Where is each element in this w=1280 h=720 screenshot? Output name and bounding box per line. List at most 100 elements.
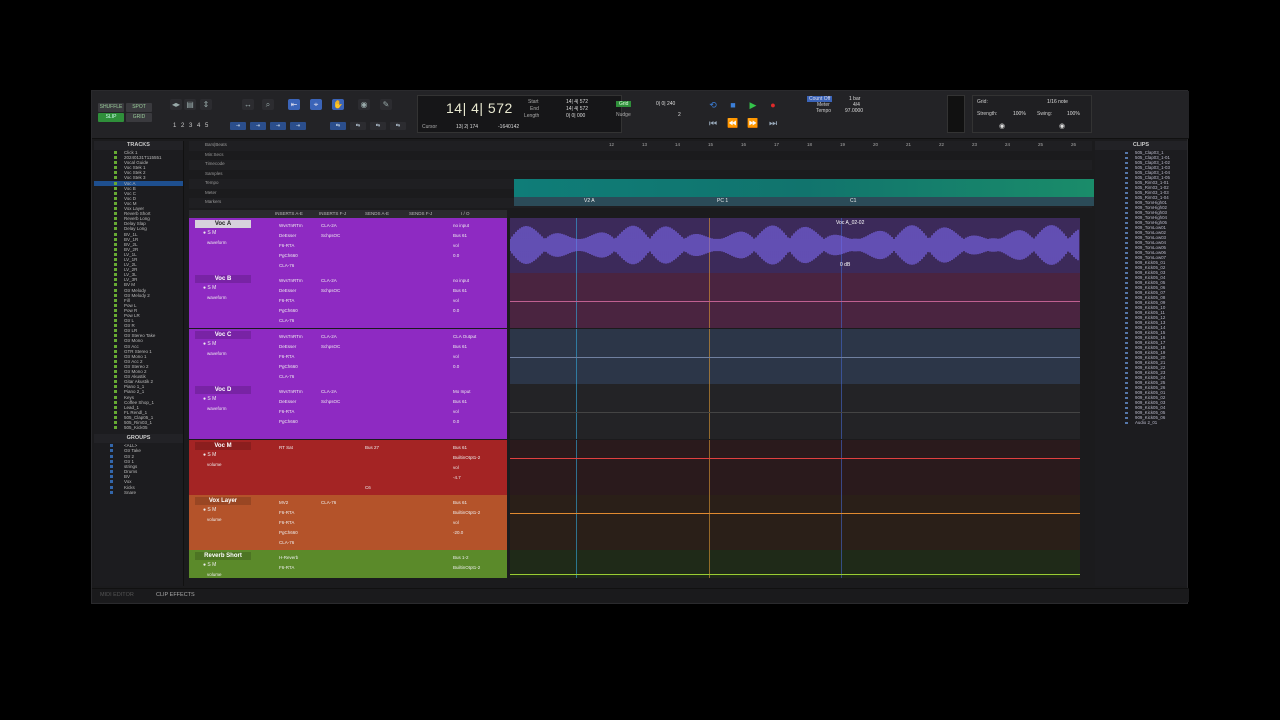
insert-slot[interactable]: SchpsOC <box>317 342 351 352</box>
track-name[interactable]: Vox Layer <box>195 497 251 505</box>
zoom-preset-3[interactable]: 3 <box>189 123 192 129</box>
insert-slot[interactable]: SchpsOC <box>317 397 351 407</box>
insert-slot[interactable]: CLA-76 <box>317 498 351 508</box>
zoom-preset-4[interactable]: 4 <box>197 123 200 129</box>
group-list-item[interactable]: Snare <box>94 490 183 495</box>
insert-slot[interactable]: F6-RTA <box>275 518 311 528</box>
volume-automation-line[interactable] <box>510 458 1080 459</box>
insert-slot[interactable]: F6-RTA <box>275 563 311 573</box>
volume-automation-line[interactable] <box>510 412 1080 413</box>
midi-editor-tab[interactable]: MIDI EDITOR <box>100 592 134 598</box>
track-view-selector[interactable]: waveform <box>207 406 227 411</box>
zoom-out-h-icon[interactable]: ◂▸ <box>170 99 182 110</box>
track-buttons[interactable]: ● S M <box>203 452 216 458</box>
grabber-tool-icon[interactable]: ✋ <box>332 99 344 110</box>
insert-slot[interactable]: WvsTnRTm <box>275 387 311 397</box>
track-view-selector[interactable]: waveform <box>207 351 227 356</box>
track-buttons[interactable]: ● S M <box>203 396 216 402</box>
link-option-4[interactable]: ⇆ <box>390 122 406 130</box>
send-slot[interactable] <box>361 473 399 483</box>
io-slot[interactable]: vol <box>449 296 499 306</box>
clip-list-item[interactable]: Audio 2_01 <box>1095 420 1187 425</box>
io-slot[interactable]: Mo Input <box>449 387 499 397</box>
io-slot[interactable]: CLA Output <box>449 332 499 342</box>
zoom-tool-icon[interactable]: ⌕ <box>262 99 274 110</box>
selector-tool-icon[interactable]: ⌖ <box>310 99 322 110</box>
swing-knob-icon[interactable]: ◉ <box>1059 122 1065 130</box>
track-name[interactable]: Reverb Short <box>195 552 251 560</box>
insert-slot[interactable]: CLA-76 <box>275 372 311 382</box>
insert-slot[interactable]: PgCh660 <box>275 362 311 372</box>
insert-slot[interactable]: CLA-2A <box>317 276 351 286</box>
insert-slot[interactable]: CLA-2A <box>317 332 351 342</box>
grid-value[interactable]: 0| 0| 240 <box>656 101 675 107</box>
io-slot[interactable]: BuiltinOtpt1-2 <box>449 453 499 463</box>
insert-slot[interactable]: SchpsOC <box>317 231 351 241</box>
clip-gain[interactable]: 0 dB <box>840 262 850 268</box>
io-slot[interactable]: no input <box>449 221 499 231</box>
play-icon[interactable]: ▶ <box>746 99 760 111</box>
io-slot[interactable]: vol <box>449 241 499 251</box>
shuffle-mode-button[interactable]: SHUFFLE <box>98 103 124 112</box>
volume-automation-line[interactable] <box>510 513 1080 514</box>
io-slot[interactable]: 0.0 <box>449 417 499 427</box>
rewind-start-icon[interactable]: ⏮ <box>706 117 720 129</box>
edit-option-4[interactable]: ⇥ <box>290 122 306 130</box>
edit-option-3[interactable]: ⇥ <box>270 122 286 130</box>
grid-note-value[interactable]: 1/16 note <box>1047 99 1068 105</box>
grid-mode-button[interactable]: GRID <box>126 113 152 122</box>
zoom-preset-1[interactable]: 1 <box>173 123 176 129</box>
length-value[interactable]: 0| 0| 000 <box>566 113 585 119</box>
track-buttons[interactable]: ● S M <box>203 341 216 347</box>
track-lane[interactable] <box>510 384 1080 439</box>
insert-slot[interactable]: RT Sat <box>275 443 311 453</box>
track-view-selector[interactable]: volume <box>207 572 222 577</box>
io-slot[interactable]: -4.7 <box>449 473 499 483</box>
send-slot[interactable] <box>361 463 399 473</box>
marker-ruler[interactable]: V2 A PC 1 C1 <box>514 197 1094 206</box>
track-lane[interactable] <box>510 495 1080 550</box>
io-slot[interactable]: Bus 61 <box>449 231 499 241</box>
marker-v2a[interactable]: V2 A <box>576 197 595 206</box>
io-slot[interactable]: -20.0 <box>449 528 499 538</box>
edit-option-2[interactable]: ⇥ <box>250 122 266 130</box>
io-slot[interactable]: Bus 61 <box>449 342 499 352</box>
track-lane[interactable] <box>510 550 1080 578</box>
rewind-icon[interactable]: ⏪ <box>726 117 740 129</box>
grid-label[interactable]: Grid <box>616 101 632 107</box>
insert-slot[interactable]: PgCh660 <box>275 251 311 261</box>
volume-automation-line[interactable] <box>510 574 1080 575</box>
strength-value[interactable]: 100% <box>1013 111 1026 117</box>
io-slot[interactable]: Bus 1-2 <box>449 553 499 563</box>
tempo-ruler[interactable] <box>514 179 1094 197</box>
io-slot[interactable]: 0.0 <box>449 306 499 316</box>
track-lane[interactable] <box>510 273 1080 328</box>
insert-slot[interactable]: CLA-76 <box>275 261 311 271</box>
io-slot[interactable]: 0.0 <box>449 251 499 261</box>
insert-slot[interactable]: WvsTnRTm <box>275 276 311 286</box>
volume-automation-line[interactable] <box>510 357 1080 358</box>
io-slot[interactable]: vol <box>449 463 499 473</box>
start-value[interactable]: 14| 4| 572 <box>566 99 588 105</box>
insert-slot[interactable]: CLA-76 <box>275 316 311 326</box>
io-slot[interactable]: BuiltinOtpt1-2 <box>449 563 499 573</box>
track-name[interactable]: Voc C <box>195 331 251 339</box>
io-slot[interactable]: vol <box>449 407 499 417</box>
zoom-in-h-icon[interactable]: ▤ <box>184 99 196 110</box>
track-view-selector[interactable]: volume <box>207 517 222 522</box>
insert-slot[interactable]: DeEsser <box>275 231 311 241</box>
main-counter[interactable]: 14| 4| 572 Start End Length 14| 4| 572 1… <box>417 95 622 133</box>
link-option-2[interactable]: ⇆ <box>350 122 366 130</box>
send-slot[interactable]: Bus 27 <box>361 443 399 453</box>
track-lane[interactable] <box>510 440 1080 495</box>
insert-slot[interactable]: H-Reverb <box>275 553 311 563</box>
insert-slot[interactable]: CLA-2A <box>317 221 351 231</box>
io-slot[interactable]: 0.0 <box>449 362 499 372</box>
insert-slot[interactable]: F6-RTA <box>275 241 311 251</box>
io-slot[interactable]: Bus 61 <box>449 397 499 407</box>
insert-slot[interactable]: F6-RTA <box>275 508 311 518</box>
volume-automation-line[interactable] <box>510 301 1080 302</box>
swing-value[interactable]: 100% <box>1067 111 1080 117</box>
track-name[interactable]: Voc M <box>195 442 251 450</box>
insert-slot[interactable]: SchpsOC <box>317 286 351 296</box>
